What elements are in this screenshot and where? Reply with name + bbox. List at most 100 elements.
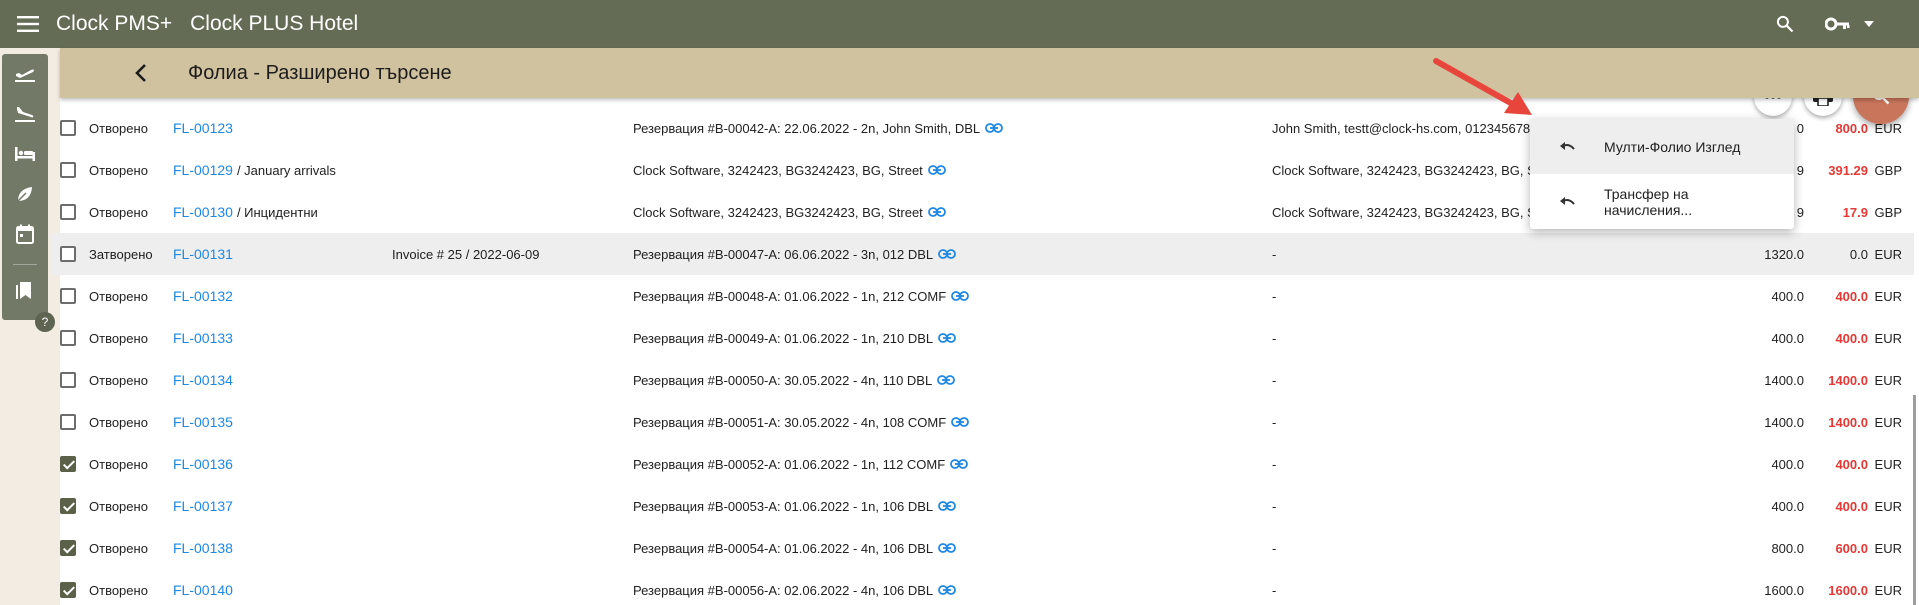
row-checkbox[interactable] bbox=[60, 540, 76, 556]
folio-cell: FL-00130/ Инцидентни bbox=[173, 191, 318, 233]
sidebar-divider bbox=[13, 264, 37, 265]
folio-number-link[interactable]: FL-00131 bbox=[173, 246, 233, 262]
reservation-cell: Резервация #B-00056-A: 02.06.2022 - 4n, … bbox=[633, 569, 957, 605]
folio-cell: FL-00138 bbox=[173, 527, 237, 569]
reservation-text: Резервация #B-00048-A: 01.06.2022 - 1n, … bbox=[633, 288, 947, 304]
link-icon[interactable] bbox=[951, 291, 970, 301]
balance-value: 0.0 bbox=[1849, 246, 1868, 262]
table-row[interactable]: Отворено FL-00133 Резервация #B-00049-A: 0… bbox=[52, 317, 1914, 359]
guest-text: - bbox=[1272, 414, 1277, 430]
link-icon[interactable] bbox=[938, 501, 957, 511]
help-button[interactable]: ? bbox=[35, 312, 55, 332]
link-icon[interactable] bbox=[938, 333, 957, 343]
arrow-drop-down-icon bbox=[1864, 21, 1874, 27]
folio-cell: FL-00123 bbox=[173, 107, 237, 149]
amount-value: 9 bbox=[1796, 204, 1804, 220]
folio-cell: FL-00133 bbox=[173, 317, 237, 359]
table-row[interactable]: Затворено FL-00131 Invoice # 25 / 2022-06-… bbox=[52, 233, 1914, 275]
amount-value: 400.0 bbox=[1771, 330, 1804, 346]
menu-item-transfer-charges[interactable]: Трансфер на начисления... bbox=[1530, 174, 1794, 229]
sidebar-item-arrivals[interactable] bbox=[2, 94, 48, 134]
page-title: Фолиа - Разширено търсене bbox=[188, 61, 452, 84]
reservation-cell: Резервация #B-00048-A: 01.06.2022 - 1n, … bbox=[633, 275, 970, 317]
amount-value: 1600.0 bbox=[1764, 582, 1804, 598]
folio-number-link[interactable]: FL-00123 bbox=[173, 120, 233, 136]
folio-number-link[interactable]: FL-00138 bbox=[173, 540, 233, 556]
link-icon[interactable] bbox=[950, 459, 969, 469]
row-checkbox[interactable] bbox=[60, 372, 76, 388]
table-row[interactable]: Отворено FL-00137 Резервация #B-00053-A: 0… bbox=[52, 485, 1914, 527]
reservation-text: Резервация #B-00042-A: 22.06.2022 - 2n, … bbox=[633, 120, 981, 136]
link-icon[interactable] bbox=[938, 543, 957, 553]
balance-value: 400.0 bbox=[1835, 288, 1868, 304]
folio-description: / January arrivals bbox=[236, 162, 336, 178]
folio-number-link[interactable]: FL-00140 bbox=[173, 582, 233, 598]
table-row[interactable]: Отворено FL-00138 Резервация #B-00054-A: 0… bbox=[52, 527, 1914, 569]
folio-cell: FL-00136 bbox=[173, 443, 237, 485]
link-icon[interactable] bbox=[937, 375, 956, 385]
annotation-arrow bbox=[1433, 58, 1532, 115]
row-checkbox[interactable] bbox=[60, 204, 76, 220]
folio-status: Отворено bbox=[89, 372, 148, 388]
link-icon[interactable] bbox=[927, 165, 946, 175]
folio-number-link[interactable]: FL-00132 bbox=[173, 288, 233, 304]
folio-number-link[interactable]: FL-00130 bbox=[173, 204, 233, 220]
row-checkbox[interactable] bbox=[60, 120, 76, 136]
link-icon[interactable] bbox=[951, 417, 970, 427]
table-row[interactable]: Отворено FL-00132 Резервация #B-00048-A: 0… bbox=[52, 275, 1914, 317]
link-icon[interactable] bbox=[938, 249, 957, 259]
amount-value: 9 bbox=[1796, 162, 1804, 178]
row-checkbox[interactable] bbox=[60, 246, 76, 262]
global-search-button[interactable] bbox=[1761, 0, 1809, 48]
balance-value: 400.0 bbox=[1835, 456, 1868, 472]
folio-number-link[interactable]: FL-00136 bbox=[173, 456, 233, 472]
sidebar-item-calendar[interactable] bbox=[2, 214, 48, 254]
currency-code: EUR bbox=[1874, 414, 1902, 430]
row-checkbox[interactable] bbox=[60, 582, 76, 598]
folio-number-link[interactable]: FL-00133 bbox=[173, 330, 233, 346]
table-row[interactable]: Отворено FL-00135 Резервация #B-00051-A: 3… bbox=[52, 401, 1914, 443]
balance-value: 17.9 bbox=[1842, 204, 1868, 220]
row-checkbox[interactable] bbox=[60, 288, 76, 304]
row-checkbox[interactable] bbox=[60, 162, 76, 178]
reservation-text: Clock Software, 3242423, BG3242423, BG, … bbox=[633, 204, 923, 220]
table-row[interactable]: Отворено FL-00136 Резервация #B-00052-A: 0… bbox=[52, 443, 1914, 485]
link-icon[interactable] bbox=[985, 123, 1004, 133]
folio-status: Отворено bbox=[89, 204, 148, 220]
sidebar-item-rooms[interactable] bbox=[2, 134, 48, 174]
reservation-text: Резервация #B-00054-A: 01.06.2022 - 4n, … bbox=[633, 540, 934, 556]
row-checkbox[interactable] bbox=[60, 330, 76, 346]
sidebar-item-departures[interactable] bbox=[2, 54, 48, 94]
sidebar-item-folios[interactable] bbox=[2, 270, 48, 310]
menu-item-multi-folio-view[interactable]: Мулти-Фолио Изглед bbox=[1530, 119, 1794, 174]
table-row[interactable]: Отворено FL-00134 Резервация #B-00050-A: 3… bbox=[52, 359, 1914, 401]
reservation-text: Резервация #B-00053-A: 01.06.2022 - 1n, … bbox=[633, 498, 934, 514]
scrollbar[interactable] bbox=[1913, 395, 1916, 605]
back-button[interactable] bbox=[121, 53, 161, 93]
guest-text: - bbox=[1272, 456, 1277, 472]
link-icon[interactable] bbox=[938, 585, 957, 595]
user-menu-button[interactable] bbox=[1819, 0, 1881, 48]
folio-number-link[interactable]: FL-00134 bbox=[173, 372, 233, 388]
folio-number-link[interactable]: FL-00135 bbox=[173, 414, 233, 430]
row-checkbox[interactable] bbox=[60, 498, 76, 514]
brand-name[interactable]: Clock PMS+ bbox=[56, 12, 172, 36]
sidebar-item-housekeeping[interactable] bbox=[2, 174, 48, 214]
amount-value: 1400.0 bbox=[1764, 372, 1804, 388]
undo-icon bbox=[1559, 141, 1575, 153]
reservation-cell: Clock Software, 3242423, BG3242423, BG, … bbox=[633, 149, 946, 191]
table-row[interactable]: Отворено FL-00140 Резервация #B-00056-A: 0… bbox=[52, 569, 1914, 605]
amount-value: 800.0 bbox=[1771, 540, 1804, 556]
menu-button[interactable] bbox=[0, 0, 56, 48]
menu-item-label: Мулти-Фолио Изглед bbox=[1604, 138, 1741, 155]
folio-number-link[interactable]: FL-00137 bbox=[173, 498, 233, 514]
link-icon[interactable] bbox=[927, 207, 946, 217]
row-checkbox[interactable] bbox=[60, 414, 76, 430]
row-checkbox[interactable] bbox=[60, 456, 76, 472]
folio-status: Затворено bbox=[89, 246, 153, 262]
folio-description: / Инцидентни bbox=[236, 204, 318, 220]
reservation-cell: Резервация #B-00047-A: 06.06.2022 - 3n, … bbox=[633, 233, 957, 275]
balance-value: 391.29 bbox=[1828, 162, 1868, 178]
folio-status: Отворено bbox=[89, 162, 148, 178]
folio-number-link[interactable]: FL-00129 bbox=[173, 162, 233, 178]
